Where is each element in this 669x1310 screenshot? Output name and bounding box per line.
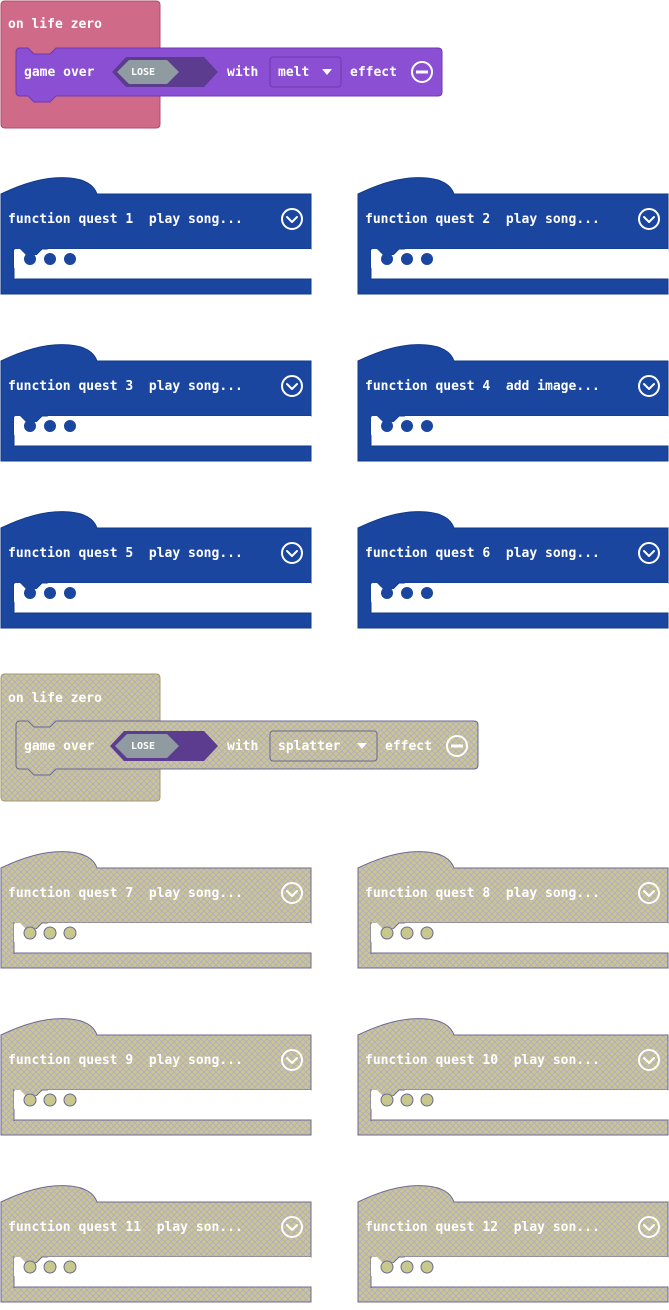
on-life-zero-event-block[interactable]: on life zero game over LOSE with melt ef… <box>0 0 480 130</box>
expand-chevron-icon[interactable] <box>638 1216 660 1238</box>
effect-label: effect <box>350 65 397 80</box>
expand-chevron-icon[interactable] <box>638 542 660 564</box>
expand-chevron-icon[interactable] <box>281 1049 303 1071</box>
expand-chevron-icon[interactable] <box>638 1049 660 1071</box>
with-label: with <box>227 739 259 754</box>
function-block-quest-9[interactable]: function quest 9 play song... <box>0 1018 320 1143</box>
remove-minus-icon[interactable] <box>446 735 468 757</box>
function-block-quest-3[interactable]: function quest 3 play song... <box>0 344 320 469</box>
function-label: function quest 5 play song... <box>8 546 243 561</box>
expand-chevron-icon[interactable] <box>281 375 303 397</box>
effect-dropdown[interactable]: splatter <box>278 739 341 755</box>
expand-chevron-icon[interactable] <box>281 882 303 904</box>
collapsed-dots-icon[interactable] <box>22 585 78 601</box>
expand-chevron-icon[interactable] <box>281 208 303 230</box>
collapsed-dots-icon[interactable] <box>379 585 435 601</box>
event-hat-label: on life zero <box>8 17 102 32</box>
collapsed-dots-icon[interactable] <box>379 418 435 434</box>
function-block-quest-7[interactable]: function quest 7 play song... <box>0 851 320 976</box>
dropdown-arrow-icon[interactable] <box>322 66 332 76</box>
lose-value[interactable]: LOSE <box>131 739 155 755</box>
function-block-quest-5[interactable]: function quest 5 play song... <box>0 511 320 636</box>
collapsed-dots-icon[interactable] <box>22 925 78 941</box>
lose-value[interactable]: LOSE <box>131 65 155 81</box>
function-block-quest-1[interactable]: function quest 1 play song... <box>0 177 320 302</box>
function-label: function quest 7 play song... <box>8 886 243 901</box>
function-label: function quest 11 play son... <box>8 1220 243 1235</box>
function-block-quest-11[interactable]: function quest 11 play son... <box>0 1185 320 1310</box>
function-block-quest-12[interactable]: function quest 12 play son... <box>357 1185 669 1310</box>
function-block-quest-4[interactable]: function quest 4 add image... <box>357 344 669 469</box>
function-label: function quest 3 play song... <box>8 379 243 394</box>
function-label: function quest 1 play song... <box>8 212 243 227</box>
function-label: function quest 10 play son... <box>365 1053 600 1068</box>
collapsed-dots-icon[interactable] <box>22 251 78 267</box>
function-block-quest-2[interactable]: function quest 2 play song... <box>357 177 669 302</box>
function-label: function quest 9 play song... <box>8 1053 243 1068</box>
expand-chevron-icon[interactable] <box>281 542 303 564</box>
expand-chevron-icon[interactable] <box>638 375 660 397</box>
game-over-label: game over <box>24 65 95 80</box>
collapsed-dots-icon[interactable] <box>379 1259 435 1275</box>
function-label: function quest 12 play son... <box>365 1220 600 1235</box>
dropdown-arrow-icon[interactable] <box>357 740 367 750</box>
collapsed-dots-icon[interactable] <box>22 1092 78 1108</box>
collapsed-dots-icon[interactable] <box>22 1259 78 1275</box>
expand-chevron-icon[interactable] <box>638 208 660 230</box>
expand-chevron-icon[interactable] <box>281 1216 303 1238</box>
function-block-quest-8[interactable]: function quest 8 play song... <box>357 851 669 976</box>
function-label: function quest 6 play song... <box>365 546 600 561</box>
function-block-quest-10[interactable]: function quest 10 play son... <box>357 1018 669 1143</box>
collapsed-dots-icon[interactable] <box>379 1092 435 1108</box>
on-life-zero-event-block-disabled[interactable]: on life zero game over LOSE with splatte… <box>0 673 480 803</box>
function-label: function quest 8 play song... <box>365 886 600 901</box>
collapsed-dots-icon[interactable] <box>22 418 78 434</box>
function-label: function quest 2 play song... <box>365 212 600 227</box>
effect-dropdown[interactable]: melt <box>278 65 309 81</box>
expand-chevron-icon[interactable] <box>638 882 660 904</box>
effect-label: effect <box>385 739 432 754</box>
event-hat-label: on life zero <box>8 691 102 706</box>
with-label: with <box>227 65 259 80</box>
collapsed-dots-icon[interactable] <box>379 251 435 267</box>
collapsed-dots-icon[interactable] <box>379 925 435 941</box>
function-label: function quest 4 add image... <box>365 379 600 394</box>
game-over-label: game over <box>24 739 95 754</box>
function-block-quest-6[interactable]: function quest 6 play song... <box>357 511 669 636</box>
remove-minus-icon[interactable] <box>411 61 433 83</box>
